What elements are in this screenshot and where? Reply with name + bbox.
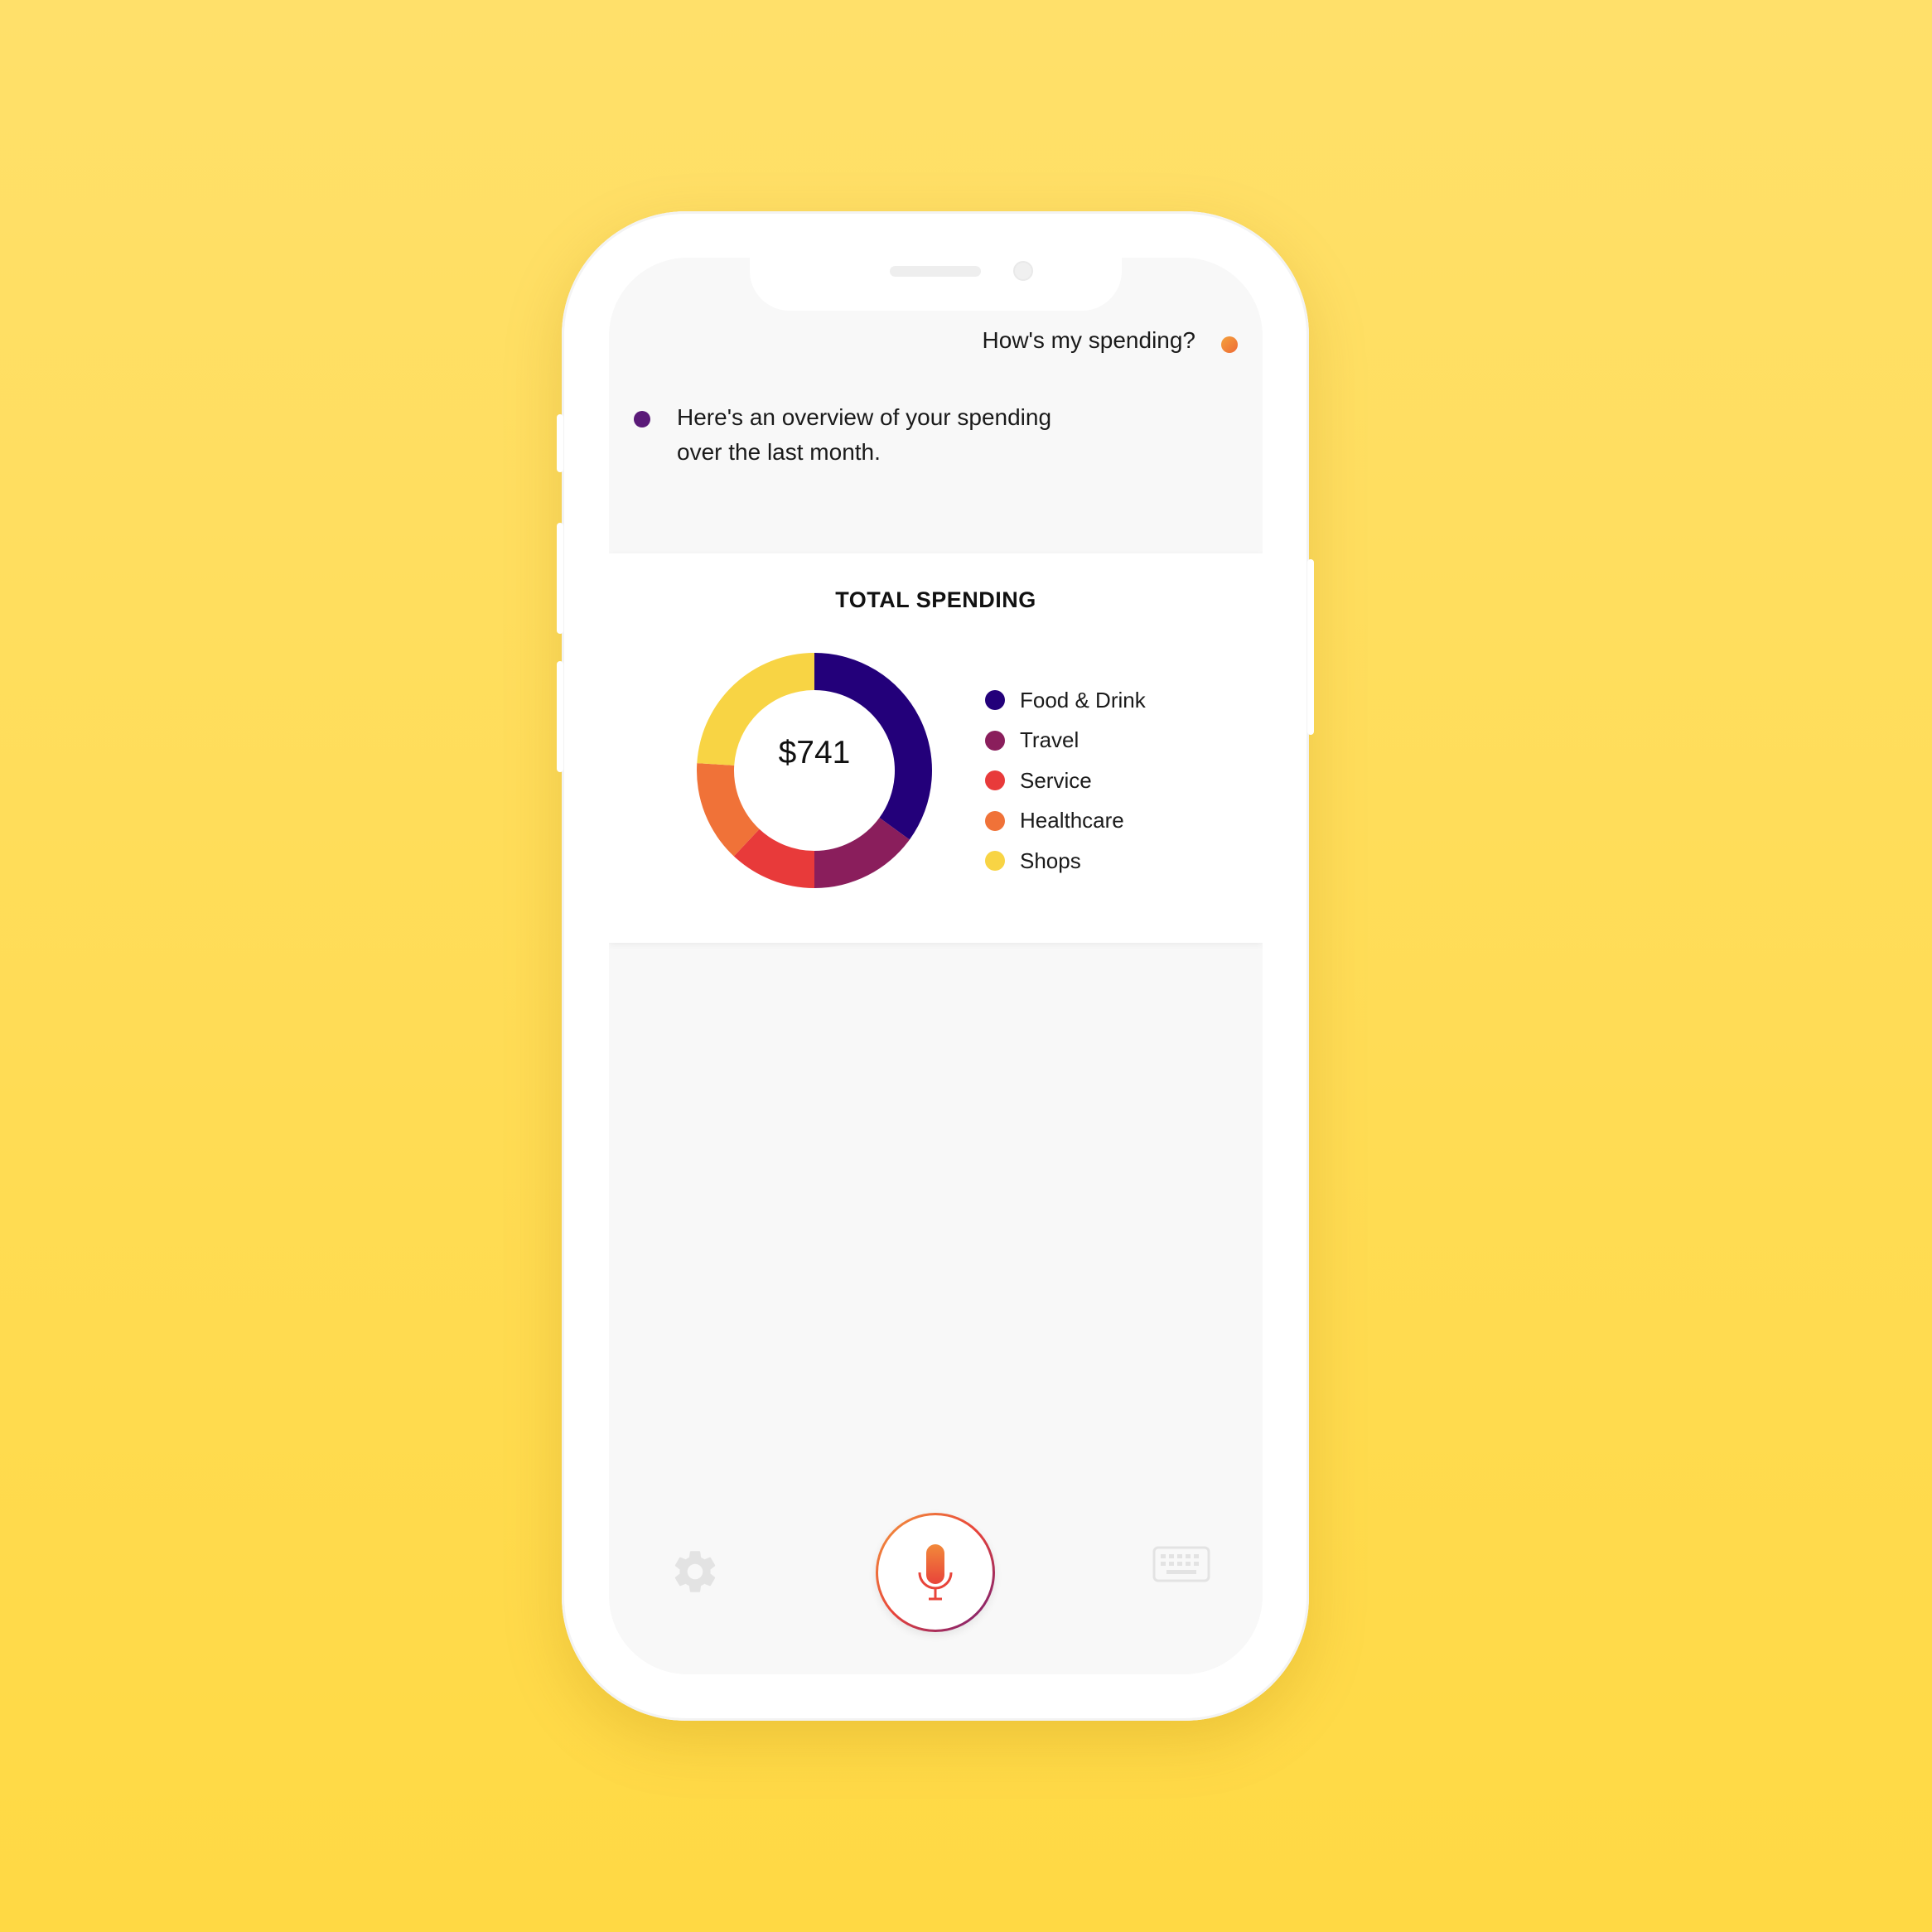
legend-item: Service bbox=[985, 761, 1146, 801]
assistant-indicator-dot bbox=[634, 411, 650, 427]
silent-switch bbox=[557, 414, 563, 472]
microphone-button[interactable] bbox=[876, 1513, 995, 1632]
legend-label: Travel bbox=[1020, 727, 1080, 753]
speaker-grille bbox=[890, 266, 981, 277]
legend-item: Travel bbox=[985, 721, 1146, 761]
volume-down-button bbox=[557, 661, 563, 772]
legend-color-dot bbox=[985, 730, 1005, 751]
total-amount: $741 bbox=[778, 735, 851, 770]
power-button bbox=[1307, 559, 1314, 735]
legend-color-dot bbox=[985, 690, 1005, 711]
legend-label: Service bbox=[1020, 767, 1092, 793]
assistant-message: Here's an overview of your spending over… bbox=[677, 404, 1052, 465]
legend-color-dot bbox=[985, 810, 1005, 831]
microphone-icon bbox=[918, 1544, 953, 1601]
microphone-button-inner bbox=[878, 1515, 993, 1630]
legend-label: Food & Drink bbox=[1020, 687, 1146, 712]
volume-up-button bbox=[557, 523, 563, 634]
legend-item: Shops bbox=[985, 841, 1146, 881]
chart-legend: Food & Drink Travel Service Healthcare Shops bbox=[985, 680, 1146, 881]
legend-label: Healthcare bbox=[1020, 808, 1124, 833]
legend-item: Healthcare bbox=[985, 801, 1146, 842]
front-camera bbox=[1013, 261, 1033, 281]
legend-color-dot bbox=[985, 851, 1005, 872]
user-indicator-dot bbox=[1221, 336, 1238, 353]
legend-color-dot bbox=[985, 770, 1005, 791]
legend-label: Shops bbox=[1020, 848, 1081, 873]
gear-icon[interactable] bbox=[669, 1546, 721, 1597]
phone-screen: How's my spending? Here's an overview of… bbox=[609, 258, 1263, 1674]
phone-frame: How's my spending? Here's an overview of… bbox=[557, 211, 1314, 1721]
user-message: How's my spending? bbox=[982, 327, 1195, 353]
legend-item: Food & Drink bbox=[985, 680, 1146, 721]
keyboard-icon[interactable] bbox=[1152, 1546, 1210, 1584]
card-title: TOTAL SPENDING bbox=[835, 587, 1036, 612]
notch bbox=[750, 258, 1122, 311]
